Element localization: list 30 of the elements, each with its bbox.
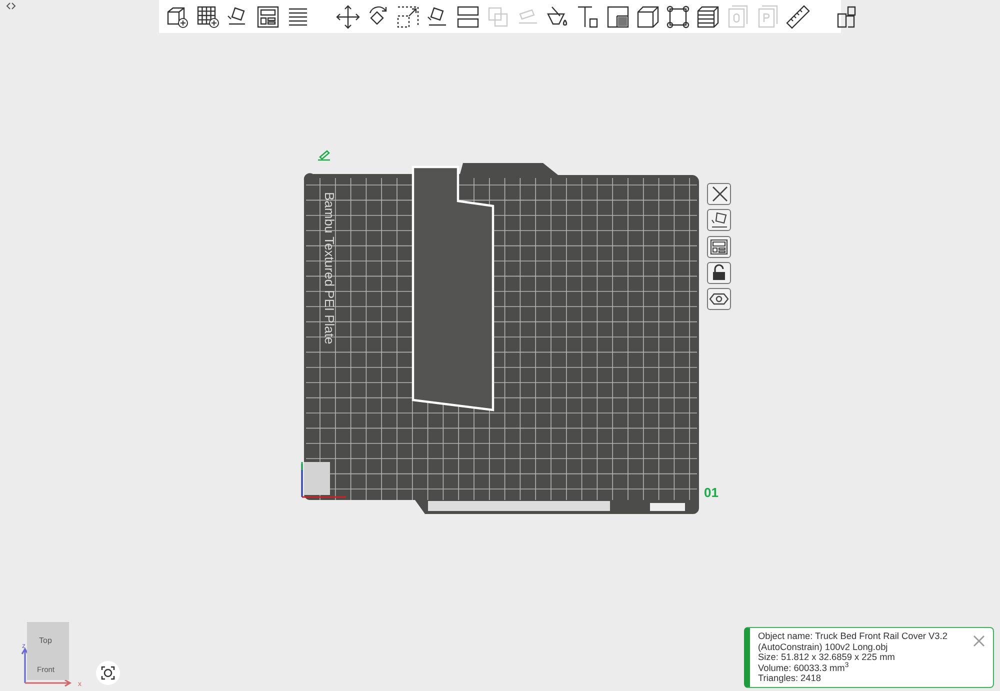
- camera-button[interactable]: [96, 661, 120, 685]
- sidebar-toggle-icon[interactable]: [6, 2, 16, 10]
- grid-plus-icon[interactable]: [195, 4, 221, 30]
- info-line: (AutoConstrain) 100v2 Long.obj: [758, 642, 889, 652]
- close-button[interactable]: [707, 183, 731, 205]
- orient-button[interactable]: [707, 209, 731, 232]
- lock-button[interactable]: [707, 262, 731, 284]
- arrange-button[interactable]: [707, 236, 731, 258]
- view-axes-drawing: [21, 647, 72, 687]
- plate-label: Bambu Textured PEI Plate: [322, 192, 337, 344]
- info-line: Volume: 60033.3 mm$^{3}$: [758, 662, 850, 674]
- settings-button[interactable]: [707, 288, 731, 310]
- cube-icon[interactable]: [635, 4, 661, 30]
- corners-icon[interactable]: [665, 4, 691, 30]
- arrange-icon: [708, 236, 730, 257]
- close-icon: [971, 633, 987, 649]
- move-icon[interactable]: [335, 4, 361, 30]
- split-icon[interactable]: [455, 4, 481, 30]
- info-line: Triangles: 2418: [758, 673, 822, 684]
- ruler-icon[interactable]: [785, 4, 811, 30]
- axis-gizmo-drawing: [301, 462, 346, 498]
- plate-number: 01: [704, 485, 718, 500]
- view-face-label: Top: [39, 635, 52, 647]
- model-object[interactable]: [412, 166, 494, 412]
- info-line: Size: 51.812 x 32.6859 x 225 mm: [758, 652, 896, 662]
- info-line: Object name: Truck Bed Front Rail Cover V3.2: [758, 631, 948, 642]
- stacked-layers-icon[interactable]: [695, 4, 721, 30]
- scale-icon[interactable]: [395, 4, 421, 30]
- arrange-icon[interactable]: [255, 4, 281, 30]
- edit-icon[interactable]: [317, 150, 331, 161]
